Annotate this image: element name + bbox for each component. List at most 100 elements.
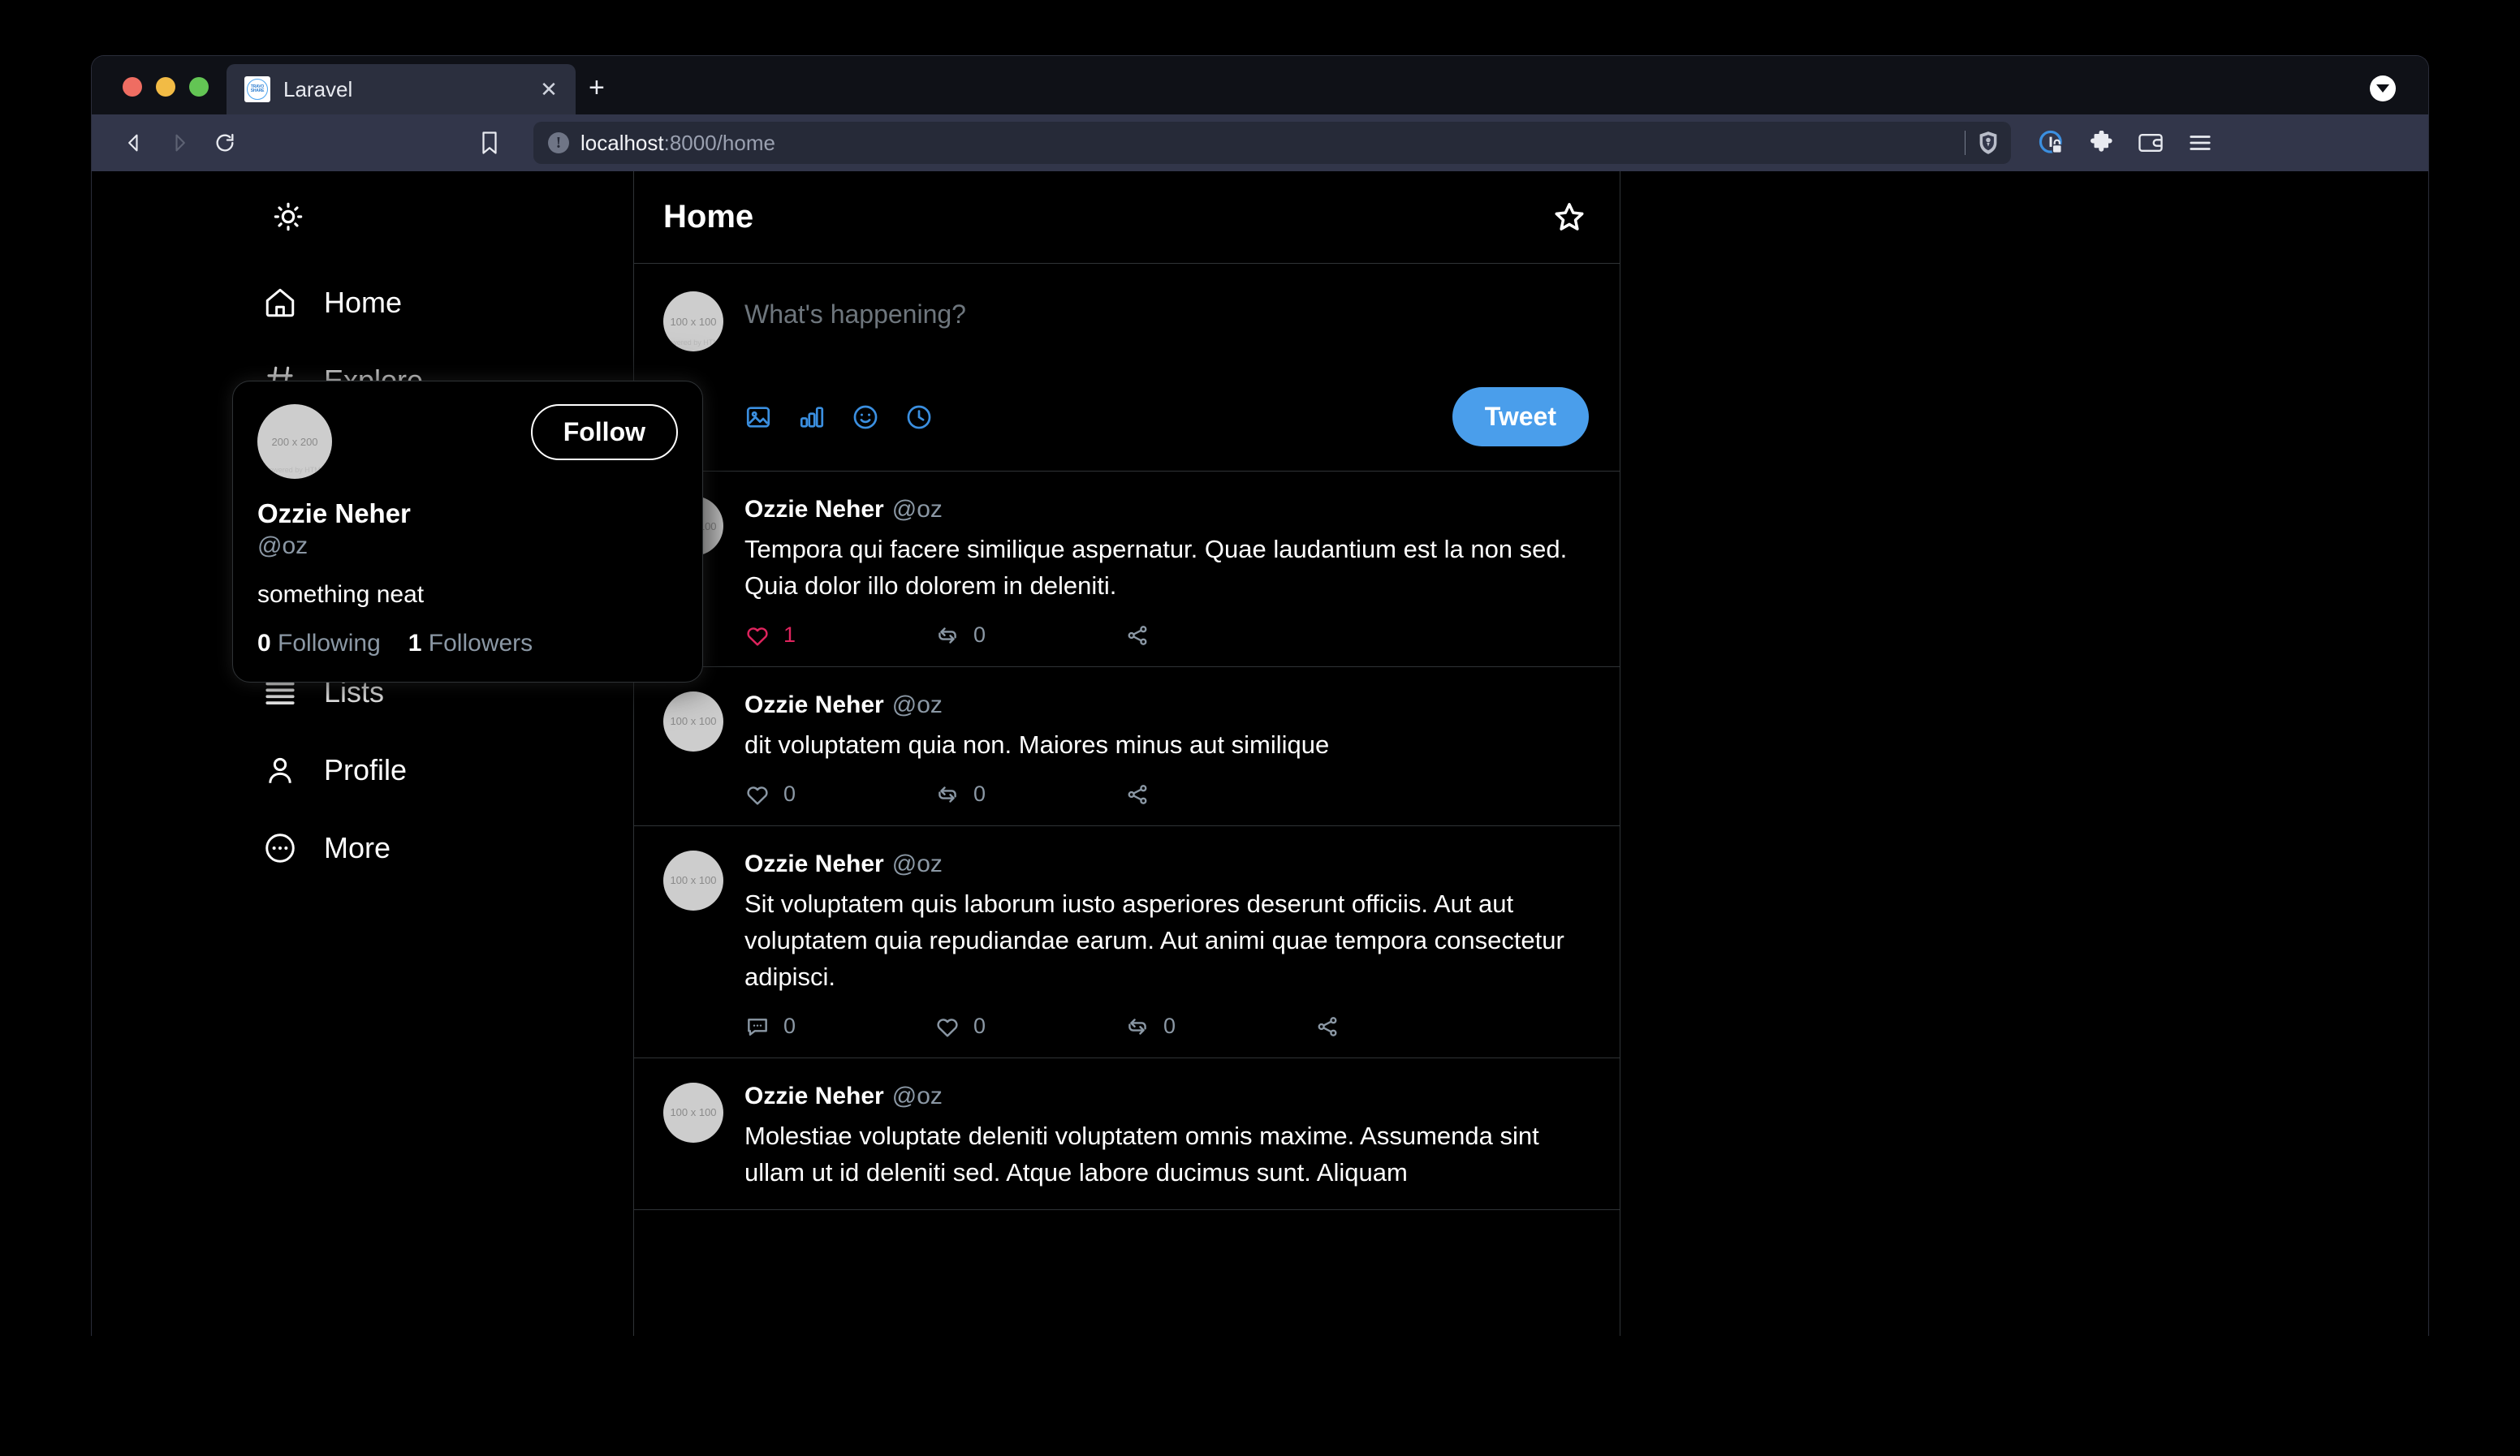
tweet-author-name[interactable]: Ozzie Neher (744, 496, 884, 523)
reload-icon[interactable] (204, 122, 246, 164)
site-info-icon[interactable]: ! (548, 132, 569, 153)
avatar-placeholder-size: 100 x 100 (670, 316, 716, 328)
image-icon[interactable] (744, 403, 772, 431)
retweet-button[interactable]: 0 (934, 782, 1124, 808)
page-viewport: Home Explore Notifications (92, 171, 2428, 1336)
avatar[interactable]: 100 x 100 (663, 851, 723, 911)
poll-icon[interactable] (798, 403, 826, 431)
avatar-placeholder-size: 100 x 100 (670, 1106, 716, 1118)
share-icon[interactable] (1124, 622, 1150, 648)
avatar-placeholder-size: 200 x 200 (271, 436, 317, 448)
toolbar-right-icons (2039, 130, 2212, 156)
avatar[interactable]: 100 x 100 powered by HTML (663, 291, 723, 351)
back-icon[interactable] (113, 122, 155, 164)
share-icon[interactable] (1314, 1014, 1340, 1040)
table-row: 100 x 100 Ozzie Neher@oz Molestiae volup… (634, 1058, 1620, 1210)
tweet-input[interactable]: What's happening? (744, 291, 1589, 369)
share-icon[interactable] (1124, 782, 1150, 808)
tweet-actions: 0 0 0 (744, 1014, 1589, 1040)
tweet-header: Ozzie Neher @oz (744, 851, 1589, 878)
like-count: 1 (783, 622, 796, 648)
tab-search-dropdown-icon[interactable] (2370, 75, 2396, 101)
tab-title: Laravel (283, 77, 522, 102)
profile-hover-card: 200 x 200 powered by HTML Follow Ozzie N… (232, 381, 703, 683)
url-host: localhost (580, 131, 664, 155)
sidebar-label-home: Home (324, 286, 402, 320)
tweet-header: Ozzie Neher @oz (744, 496, 1589, 523)
emoji-icon[interactable] (852, 403, 879, 431)
hover-card-handle[interactable]: @oz (257, 532, 678, 560)
forward-icon[interactable] (158, 122, 201, 164)
hover-card-bio: something neat (257, 581, 678, 609)
sun-icon[interactable] (262, 191, 314, 243)
brave-rewards-icon[interactable] (2039, 130, 2065, 156)
avatar-placeholder-credit: powered by HTML (257, 466, 332, 474)
address-bar[interactable]: ! localhost:8000/home (533, 122, 2011, 164)
retweet-button[interactable]: 0 (1124, 1014, 1314, 1040)
avatar[interactable]: 100 x 100 (663, 1083, 723, 1143)
extensions-icon[interactable] (2089, 131, 2113, 155)
browser-tab[interactable]: TRAVO SHARE Laravel ✕ (227, 64, 576, 114)
brave-shields-icon[interactable] (1977, 131, 2000, 155)
avatar[interactable]: 200 x 200 powered by HTML (257, 404, 332, 479)
tweet-author-name[interactable]: Ozzie Neher (744, 1083, 884, 1109)
tweet-actions: 0 0 (744, 782, 1589, 808)
hover-card-name[interactable]: Ozzie Neher (257, 498, 678, 529)
tweet-text: Sit voluptatem quis laborum iusto asperi… (744, 886, 1589, 996)
divider (1965, 131, 1966, 155)
sidebar-nav: Home Explore Notifications (92, 171, 633, 1336)
tab-favicon-icon: TRAVO SHARE (244, 76, 270, 102)
retweet-count: 0 (1163, 1014, 1176, 1039)
close-window-button[interactable] (123, 77, 142, 97)
sidebar-item-more[interactable]: More (262, 809, 412, 887)
new-tab-button[interactable]: + (589, 74, 605, 101)
bookmark-icon[interactable] (468, 122, 511, 164)
following-stat[interactable]: 0 Following (257, 630, 381, 657)
tweet-header: Ozzie Neher @oz (744, 1083, 1589, 1110)
wallet-icon[interactable] (2138, 131, 2164, 154)
like-button[interactable]: 1 (744, 622, 934, 648)
like-button[interactable]: 0 (934, 1014, 1124, 1040)
tweet-author-name[interactable]: Ozzie Neher (744, 851, 884, 877)
composer-icon-row (744, 403, 933, 431)
composer-actions: Tweet (744, 387, 1589, 446)
comment-count: 0 (783, 1014, 796, 1039)
tweet-body: Ozzie Neher @oz dit voluptatem quia non. … (744, 691, 1589, 808)
maximize-window-button[interactable] (189, 77, 209, 97)
follow-button[interactable]: Follow (531, 404, 678, 460)
close-tab-icon[interactable]: ✕ (535, 79, 563, 100)
tweet-author-handle[interactable]: @oz (892, 496, 943, 523)
tweet-button[interactable]: Tweet (1452, 387, 1589, 446)
tweet-author-handle[interactable]: @oz (892, 1083, 943, 1109)
like-button[interactable]: 0 (744, 782, 934, 808)
table-row: 100 x 100 Ozzie Neher@oz Tempora qui fac… (634, 472, 1620, 667)
like-count: 0 (783, 782, 796, 807)
url-path: :8000/home (664, 131, 775, 155)
comment-button[interactable]: 0 (744, 1014, 934, 1040)
schedule-icon[interactable] (905, 403, 933, 431)
avatar-placeholder-size: 100 x 100 (670, 874, 716, 886)
retweet-count: 0 (973, 782, 986, 807)
tweet-author-name[interactable]: Ozzie Neher (744, 691, 884, 718)
minimize-window-button[interactable] (156, 77, 175, 97)
menu-icon[interactable] (2188, 132, 2212, 153)
hover-card-header: 200 x 200 powered by HTML Follow (257, 404, 678, 479)
chevron-down-icon (2376, 84, 2389, 93)
avatar[interactable]: 100 x 100 (663, 691, 723, 752)
retweet-button[interactable]: 0 (934, 622, 1124, 648)
page-title: Home (663, 199, 753, 235)
tweet-author-handle[interactable]: @oz (892, 851, 943, 877)
like-count: 0 (973, 1014, 986, 1039)
sidebar-item-profile[interactable]: Profile (262, 731, 428, 809)
browser-window: TRAVO SHARE Laravel ✕ + ! (91, 55, 2429, 1336)
star-outline-icon[interactable] (1551, 200, 1587, 235)
sidebar-item-home[interactable]: Home (262, 264, 423, 342)
followers-stat[interactable]: 1 Followers (408, 630, 533, 657)
followers-label: Followers (429, 630, 533, 657)
hover-card-stats: 0 Following 1 Followers (257, 630, 678, 657)
url-text: localhost:8000/home (580, 131, 775, 156)
tweet-author-handle[interactable]: @oz (892, 691, 943, 718)
tweet-text: dit voluptatem quia non. Maiores minus a… (744, 727, 1589, 764)
tweet-header: Ozzie Neher @oz (744, 691, 1589, 719)
sidebar-label-more: More (324, 831, 391, 865)
